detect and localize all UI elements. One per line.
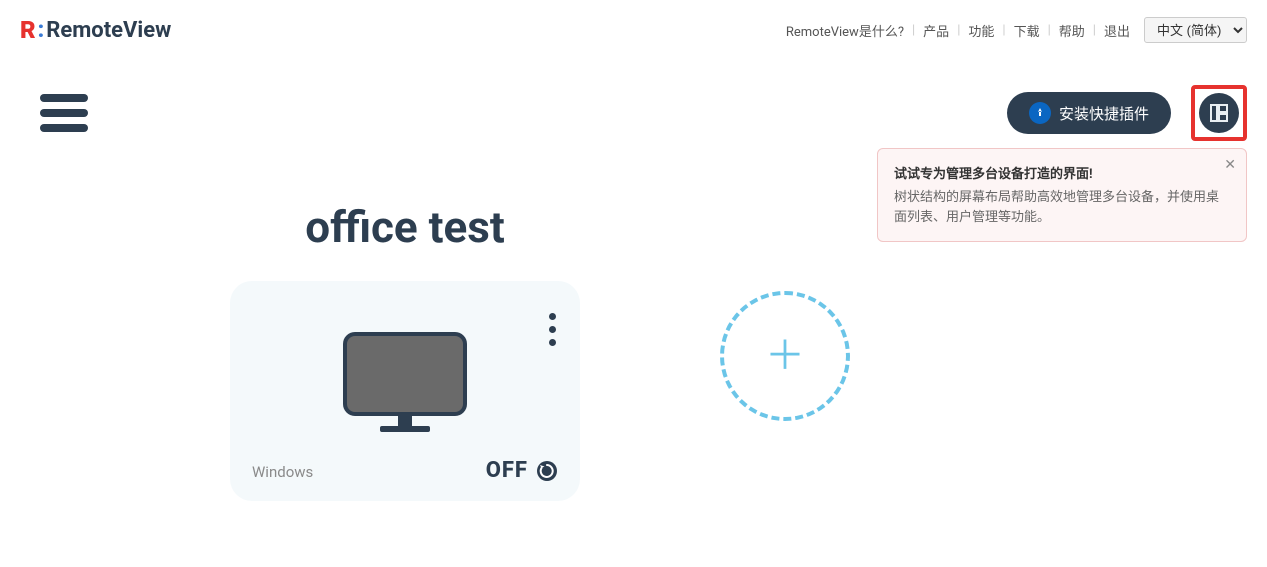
toolbar: 安装快捷插件 [0,55,1267,141]
rocket-icon [1029,102,1051,124]
kebab-menu-icon[interactable] [549,313,556,346]
layout-grid-icon [1209,103,1229,123]
nav-features[interactable]: 功能 [966,21,996,40]
language-select[interactable]: 中文 (简体) [1144,17,1247,43]
status-text: OFF [486,458,528,483]
toolbar-right: 安装快捷插件 [1007,85,1247,141]
layout-toggle-button[interactable] [1199,93,1239,133]
tooltip-desc: 树状结构的屏幕布局帮助高效地管理多台设备，并使用桌面列表、用户管理等功能。 [894,188,1230,227]
layout-toggle-highlight [1191,85,1247,141]
header-nav: RemoteView是什么? | 产品 | 功能 | 下载 | 帮助 | 退出 [784,21,1132,40]
install-plugin-button[interactable]: 安装快捷插件 [1007,92,1171,134]
top-header: R : RemoteView RemoteView是什么? | 产品 | 功能 … [0,0,1267,55]
logo[interactable]: R : RemoteView [20,16,171,44]
tooltip-box: ✕ 试试专为管理多台设备打造的界面! 树状结构的屏幕布局帮助高效地管理多台设备，… [877,148,1247,242]
device-os: Windows [252,463,313,481]
group-section: office test Windows OFF [230,201,580,501]
device-card[interactable]: Windows OFF [230,281,580,501]
nav-logout[interactable]: 退出 [1102,21,1132,40]
device-status: OFF [486,458,558,483]
nav-whatis[interactable]: RemoteView是什么? [784,21,906,40]
logo-text: RemoteView [46,18,171,43]
nav-products[interactable]: 产品 [921,21,951,40]
nav-download[interactable]: 下载 [1012,21,1042,40]
hamburger-menu-icon[interactable] [40,94,88,132]
group-title: office test [305,201,505,253]
header-right: RemoteView是什么? | 产品 | 功能 | 下载 | 帮助 | 退出 … [784,17,1247,43]
logo-colon-icon: : [38,18,45,43]
add-device-button[interactable]: ＋ [720,291,850,421]
install-plugin-label: 安装快捷插件 [1059,103,1149,124]
nav-help[interactable]: 帮助 [1057,21,1087,40]
close-icon[interactable]: ✕ [1224,157,1236,173]
tooltip-title: 试试专为管理多台设备打造的界面! [894,163,1230,182]
plus-icon: ＋ [765,336,805,376]
refresh-icon[interactable] [536,460,558,482]
logo-r-icon: R [20,16,36,44]
monitor-icon [340,329,470,443]
